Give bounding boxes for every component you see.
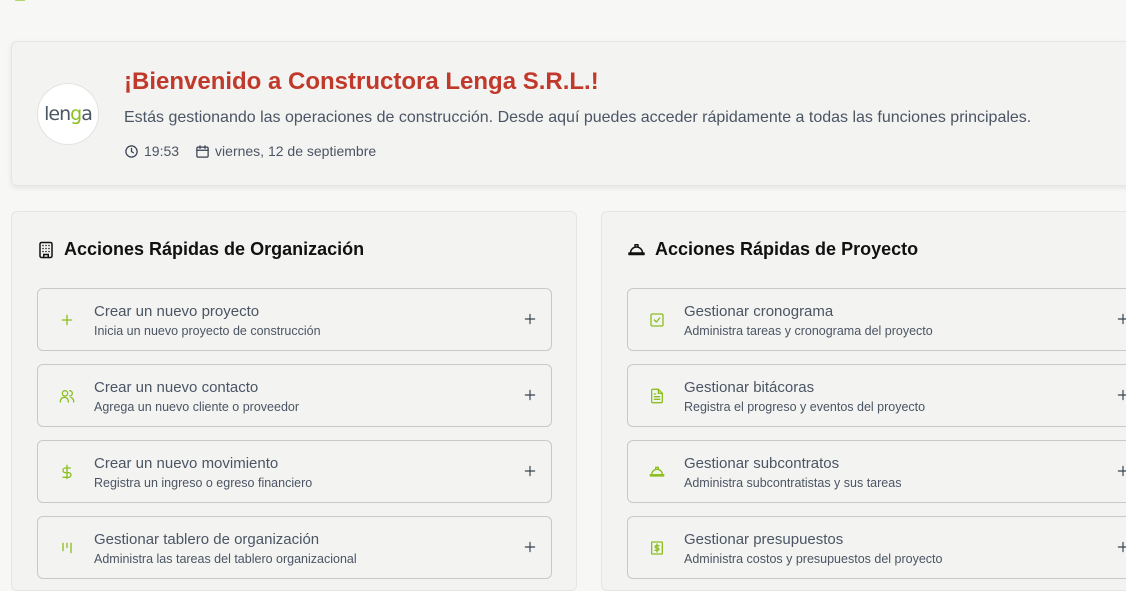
action-description: Inicia un nuevo proyecto de construcción bbox=[94, 324, 321, 338]
project-card-header: Acciones Rápidas de Proyecto bbox=[627, 239, 918, 260]
hard-hat-icon bbox=[628, 243, 645, 255]
add-icon bbox=[524, 541, 536, 553]
action-title: Gestionar cronograma bbox=[684, 303, 834, 320]
clock-icon bbox=[125, 144, 138, 158]
action-description: Administra subcontratistas y sus tareas bbox=[684, 476, 902, 490]
project-card-title: Acciones Rápidas de Proyecto bbox=[655, 239, 919, 259]
action-description: Administra costos y presupuestos del pro… bbox=[684, 552, 943, 566]
action-description: Registra un ingreso o egreso financiero bbox=[94, 476, 313, 490]
add-icon bbox=[1117, 313, 1126, 325]
action-title: Gestionar tablero de organización bbox=[94, 531, 320, 548]
manage-org-board-button[interactable]: Gestionar tablero de organización Admini… bbox=[37, 516, 552, 579]
current-date: viernes, 12 de septiembre bbox=[215, 143, 377, 159]
manage-logs-button[interactable]: Gestionar bitácoras Registra el progreso… bbox=[627, 364, 1126, 427]
company-logo: len g a bbox=[37, 83, 99, 145]
receipt-dollar-icon bbox=[648, 539, 666, 557]
current-time: 19:53 bbox=[144, 143, 180, 159]
create-movement-button[interactable]: Crear un nuevo movimiento Registra un in… bbox=[37, 440, 552, 503]
create-project-button[interactable]: Crear un nuevo proyecto Inicia un nuevo … bbox=[37, 288, 552, 351]
manage-schedule-button[interactable]: Gestionar cronograma Administra tareas y… bbox=[627, 288, 1126, 351]
welcome-title: ¡Bienvenido a Constructora Lenga S.R.L.! bbox=[124, 68, 599, 95]
building-icon bbox=[39, 241, 53, 258]
add-icon bbox=[1117, 465, 1126, 477]
action-title: Gestionar subcontratos bbox=[684, 455, 840, 472]
manage-budgets-button[interactable]: Gestionar presupuestos Administra costos… bbox=[627, 516, 1126, 579]
project-quick-actions-card: Acciones Rápidas de Proyecto Gestionar c… bbox=[601, 211, 1126, 591]
time-display: 19:53 bbox=[124, 143, 179, 159]
add-icon bbox=[524, 313, 536, 325]
add-icon bbox=[1117, 541, 1126, 553]
action-title: Crear un nuevo movimiento bbox=[94, 455, 279, 472]
add-icon bbox=[524, 465, 536, 477]
add-icon bbox=[1117, 389, 1126, 401]
calendar-icon bbox=[196, 144, 209, 158]
check-square-icon bbox=[648, 311, 666, 329]
manage-subcontracts-button[interactable]: Gestionar subcontratos Administra subcon… bbox=[627, 440, 1126, 503]
action-title: Gestionar presupuestos bbox=[684, 531, 844, 548]
action-description: Agrega un nuevo cliente o proveedor bbox=[94, 400, 300, 414]
welcome-card: len g a ¡Bienvenido a Constructora Lenga S… bbox=[11, 41, 1126, 186]
action-title: Crear un nuevo proyecto bbox=[94, 303, 260, 320]
action-description: Registra el progreso y eventos del proye… bbox=[684, 400, 926, 414]
kanban-icon bbox=[58, 539, 76, 557]
welcome-subtitle: Estás gestionando las operaciones de con… bbox=[124, 109, 1032, 126]
action-description: Administra las tareas del tablero organi… bbox=[94, 552, 357, 566]
welcome-meta: 19:53 viernes, 12 de septiembre bbox=[124, 143, 392, 159]
dollar-icon bbox=[58, 463, 76, 481]
date-display: viernes, 12 de septiembre bbox=[195, 143, 376, 159]
hard-hat-icon bbox=[648, 463, 666, 481]
plus-icon bbox=[58, 311, 76, 329]
action-title: Crear un nuevo contacto bbox=[94, 379, 259, 396]
add-icon bbox=[524, 389, 536, 401]
org-card-header: Acciones Rápidas de Organización bbox=[37, 239, 364, 260]
action-description: Administra tareas y cronograma del proye… bbox=[684, 324, 933, 338]
top-edge-icon bbox=[14, 0, 26, 1]
users-icon bbox=[58, 387, 76, 405]
org-quick-actions-card: Acciones Rápidas de Organización Crear u… bbox=[11, 211, 577, 591]
action-title: Gestionar bitácoras bbox=[684, 379, 815, 396]
file-text-icon bbox=[648, 387, 666, 405]
create-contact-button[interactable]: Crear un nuevo contacto Agrega un nuevo … bbox=[37, 364, 552, 427]
org-card-title: Acciones Rápidas de Organización bbox=[64, 239, 365, 259]
